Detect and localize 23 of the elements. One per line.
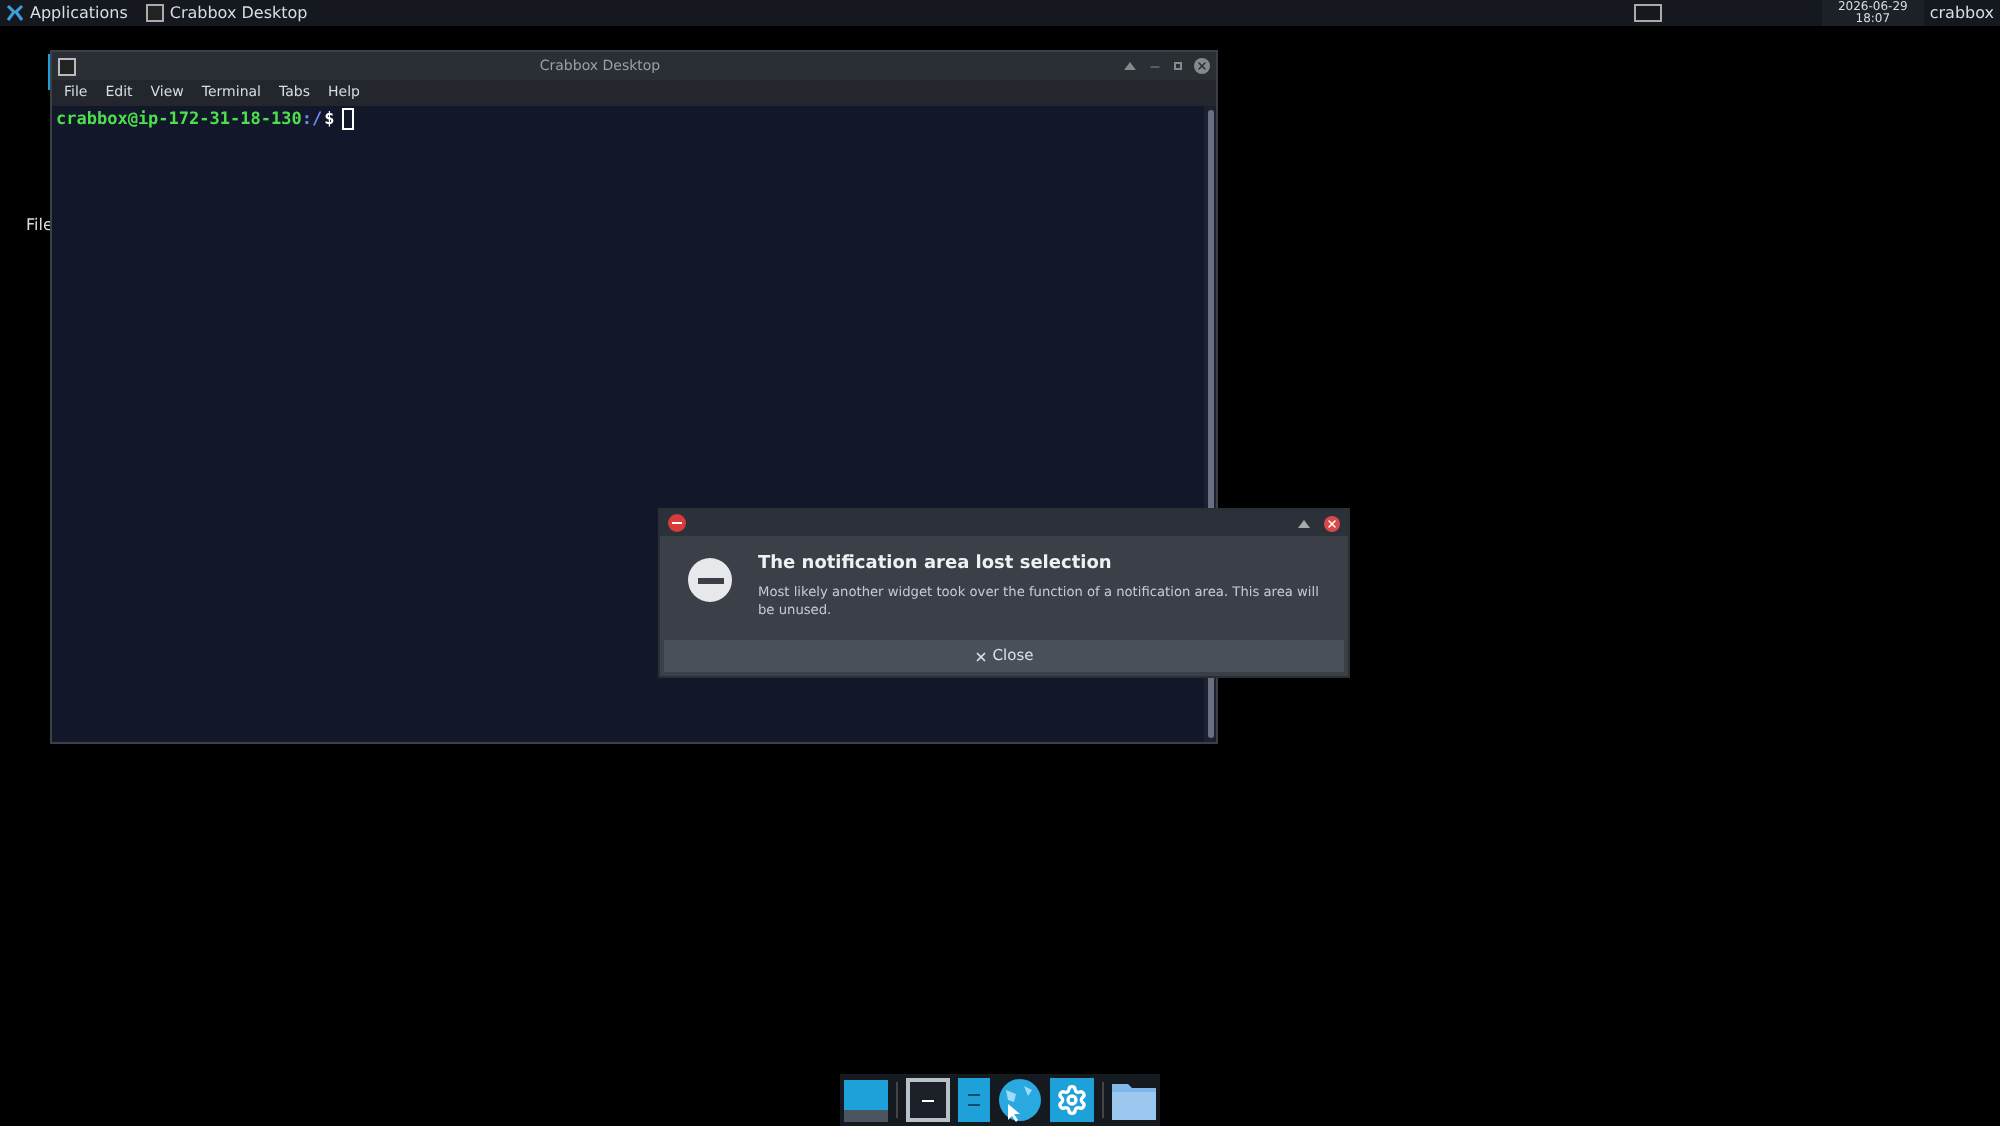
globe-icon[interactable] <box>998 1078 1042 1122</box>
shade-button[interactable] <box>1124 62 1136 70</box>
notification-title: The notification area lost selection <box>758 552 1114 578</box>
stop-icon <box>688 558 732 602</box>
applications-menu[interactable]: Applications <box>0 1 134 25</box>
prompt-user-host: crabbox@ip-172-31-18-130 <box>56 108 302 134</box>
app-menu-icon <box>6 4 24 22</box>
terminal-icon[interactable] <box>906 1078 950 1122</box>
terminal-icon <box>58 57 76 75</box>
terminal-icon <box>145 4 164 22</box>
prompt-symbol: $ <box>324 108 335 134</box>
error-icon <box>668 514 686 532</box>
user-name[interactable]: crabbox <box>1923 1 2000 25</box>
prompt-path: :/ <box>301 108 323 134</box>
cursor <box>342 108 355 130</box>
close-button[interactable] <box>1324 515 1340 531</box>
task-button[interactable]: Crabbox Desktop <box>137 1 316 25</box>
shade-button[interactable] <box>1298 519 1310 527</box>
display-icon[interactable] <box>1633 4 1662 22</box>
folder-icon[interactable] <box>1112 1080 1156 1120</box>
maximize-button[interactable] <box>1174 62 1182 70</box>
close-icon <box>974 649 989 663</box>
desktop-icon[interactable] <box>844 1078 888 1122</box>
